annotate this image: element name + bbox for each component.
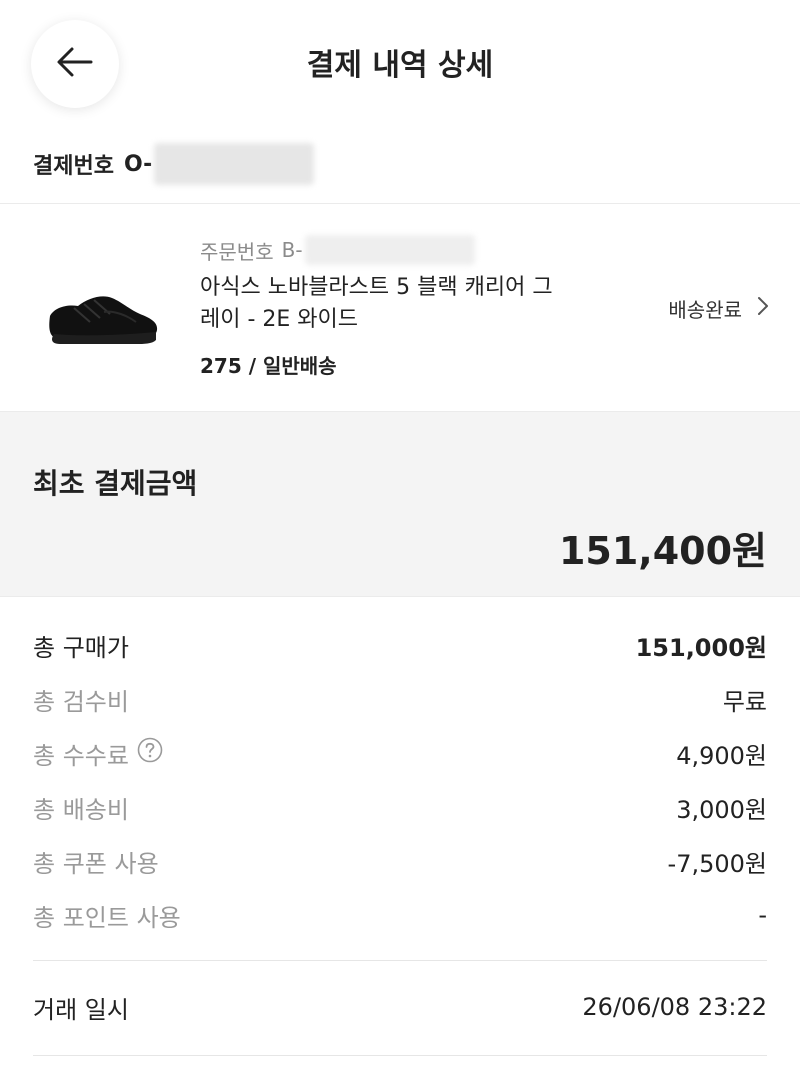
breakdown-value: 무료 bbox=[722, 687, 767, 716]
header: 결제 내역 상세 bbox=[0, 0, 800, 130]
order-info: 주문번호 B- 아식스 노바블라스트 5 블랙 캐리어 그 레이 - 2E 와이… bbox=[200, 234, 620, 379]
breakdown-label: 총 구매가 bbox=[33, 633, 129, 662]
delivery-status[interactable]: 배송완료 bbox=[668, 294, 770, 323]
initial-payment-amount: 151,400원 bbox=[558, 529, 767, 573]
product-name: 아식스 노바블라스트 5 블랙 캐리어 그 레이 - 2E 와이드 bbox=[200, 272, 620, 336]
breakdown-label: 총 포인트 사용 bbox=[33, 903, 181, 932]
breakdown-label: 총 검수비 bbox=[33, 687, 129, 716]
breakdown-label-wrap: 총 수수료 bbox=[33, 736, 163, 771]
transaction-date-row: 거래 일시 26/06/08 23:22 bbox=[33, 980, 767, 1034]
divider bbox=[33, 1055, 767, 1056]
transaction-date-label: 거래 일시 bbox=[33, 995, 129, 1024]
payment-number-label: 결제번호 bbox=[33, 154, 114, 179]
divider bbox=[0, 596, 800, 597]
delivery-status-label: 배송완료 bbox=[668, 298, 742, 322]
order-number: 주문번호 B- bbox=[200, 234, 620, 266]
breakdown-value: 4,900원 bbox=[676, 741, 767, 770]
breakdown-row-shipping: 총 배송비 3,000원 bbox=[33, 780, 767, 834]
breakdown-label: 총 쿠폰 사용 bbox=[33, 849, 159, 878]
divider bbox=[33, 960, 767, 961]
product-name-line: 레이 - 2E 와이드 bbox=[200, 307, 359, 332]
breakdown-row-total-price: 총 구매가 151,000원 bbox=[33, 618, 767, 672]
transaction-date-value: 26/06/08 23:22 bbox=[582, 993, 767, 1021]
breakdown-row-coupon: 총 쿠폰 사용 -7,500원 bbox=[33, 834, 767, 888]
chevron-right-icon bbox=[742, 295, 770, 322]
breakdown-label: 총 배송비 bbox=[33, 795, 129, 824]
order-number-label: 주문번호 bbox=[200, 239, 274, 264]
product-image bbox=[44, 286, 162, 358]
breakdown-label: 총 수수료 bbox=[33, 741, 129, 770]
breakdown-value: - bbox=[758, 901, 767, 929]
order-number-redacted bbox=[304, 235, 475, 265]
breakdown-value: 151,000원 bbox=[635, 633, 767, 662]
product-option: 275 / 일반배송 bbox=[200, 354, 337, 378]
price-breakdown: 총 구매가 151,000원 총 검수비 무료 총 수수료 4,900원 총 배… bbox=[33, 618, 767, 942]
order-item[interactable]: 주문번호 B- 아식스 노바블라스트 5 블랙 캐리어 그 레이 - 2E 와이… bbox=[0, 204, 800, 411]
help-icon[interactable] bbox=[137, 737, 163, 769]
initial-payment-panel: 최초 결제금액 151,400원 bbox=[0, 412, 800, 596]
breakdown-row-points: 총 포인트 사용 - bbox=[33, 888, 767, 942]
order-number-prefix: B- bbox=[281, 238, 303, 262]
breakdown-row-inspection-fee: 총 검수비 무료 bbox=[33, 672, 767, 726]
breakdown-row-commission: 총 수수료 4,900원 bbox=[33, 726, 767, 780]
initial-payment-label: 최초 결제금액 bbox=[33, 467, 198, 500]
product-name-line: 아식스 노바블라스트 5 블랙 캐리어 그 bbox=[200, 275, 553, 300]
payment-number-redacted bbox=[154, 143, 315, 185]
payment-number-prefix: O- bbox=[123, 151, 153, 177]
breakdown-value: -7,500원 bbox=[667, 849, 767, 878]
page-title: 결제 내역 상세 bbox=[306, 48, 494, 83]
payment-detail-page: 결제 내역 상세 결제번호 O- 주문번호 B- 아식스 노바블라스트 5 블랙… bbox=[0, 0, 800, 1074]
breakdown-value: 3,000원 bbox=[676, 795, 767, 824]
payment-number: 결제번호 O- bbox=[33, 142, 315, 186]
shoe-icon bbox=[49, 296, 158, 344]
